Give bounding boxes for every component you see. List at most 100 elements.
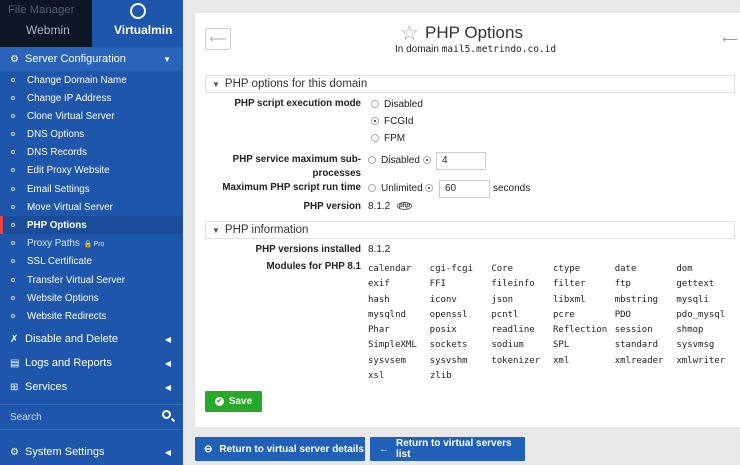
module-item: FFI — [429, 279, 446, 290]
module-item: libxml — [553, 294, 586, 305]
sidebar-item-label: Email Settings — [27, 183, 90, 195]
php-version-value: 8.1.2 — [368, 201, 391, 212]
module-item: exif — [368, 279, 390, 290]
gear-icon: ⚙ — [10, 446, 19, 458]
radio-runtime-value[interactable] — [425, 184, 433, 192]
sidebar-item-proxy-paths[interactable]: Proxy Paths 🔒Pro — [0, 234, 183, 252]
module-item: xmlreader — [614, 355, 664, 366]
sidebar-item-email-settings[interactable]: Email Settings — [0, 180, 183, 198]
star-icon[interactable]: ☆ — [400, 21, 419, 46]
sidebar: File Manager Webmin Virtualmin ⚙ Server … — [0, 0, 183, 465]
radio-max-sub-disabled[interactable] — [368, 156, 376, 164]
tab-virtualmin[interactable]: Virtualmin — [92, 0, 183, 47]
section-label: Services — [25, 381, 68, 393]
bullet-icon — [11, 314, 15, 318]
module-item: xml — [553, 355, 570, 366]
return-to-server-details-button[interactable]: ⊖ Return to virtual server details — [195, 437, 365, 461]
sidebar-item-change-domain-name[interactable]: Change Domain Name — [0, 71, 183, 89]
document-icon: ▤ — [10, 357, 20, 369]
module-item: date — [614, 264, 637, 274]
max-sub-processes-input[interactable]: 4 — [436, 152, 486, 170]
radio-runtime-unlimited[interactable] — [368, 184, 376, 192]
module-item: sysvshm — [429, 355, 468, 366]
arrow-left-icon: ⟵ — [209, 32, 227, 46]
sidebar-item-label: SSL Certificate — [27, 255, 92, 267]
back-button[interactable]: ⟵ — [205, 28, 231, 50]
modules-row: sysvsem sysvshm tokenizer xml xmlreader … — [368, 356, 738, 371]
sidebar-item-change-ip-address[interactable]: Change IP Address — [0, 89, 183, 107]
sidebar-item-label: Clone Virtual Server — [27, 110, 115, 122]
module-item: SPL — [553, 340, 570, 351]
sidebar-section-server-configuration[interactable]: ⚙ Server Configuration ▼ — [0, 47, 183, 71]
sidebar-item-clone-virtual-server[interactable]: Clone Virtual Server — [0, 107, 183, 125]
bullet-icon — [11, 132, 15, 136]
section-php-information-header[interactable]: ▼ PHP information — [205, 221, 735, 239]
radio-exec-fpm[interactable] — [371, 134, 379, 142]
radio-label: Disabled — [381, 155, 420, 166]
sidebar-item-label: Transfer Virtual Server — [27, 274, 126, 286]
sidebar-item-label: Change IP Address — [27, 92, 112, 104]
caret-down-icon: ▼ — [212, 225, 220, 235]
module-item: openssl — [429, 309, 468, 320]
module-item: PDO — [614, 309, 631, 320]
sidebar-item-dns-options[interactable]: DNS Options — [0, 125, 183, 143]
button-label: Return to virtual servers list — [396, 438, 512, 460]
chevron-left-icon: ◀ — [164, 382, 171, 392]
sidebar-item-move-virtual-server[interactable]: Move Virtual Server — [0, 198, 183, 216]
php-installed-label: PHP versions installed — [255, 244, 361, 255]
module-item: ctype — [553, 264, 581, 274]
max-runtime-input[interactable]: 60 — [439, 180, 490, 198]
module-item: mysqli — [676, 294, 709, 305]
module-item: json — [491, 294, 514, 305]
sidebar-item-edit-proxy-website[interactable]: Edit Proxy Website — [0, 161, 183, 179]
sitemap-icon: ⊞ — [10, 381, 19, 393]
sidebar-item-website-options[interactable]: Website Options — [0, 289, 183, 307]
sidebar-item-dns-records[interactable]: DNS Records — [0, 143, 183, 161]
module-item: iconv — [429, 294, 457, 305]
sidebar-section-disable-delete[interactable]: ✗ Disable and Delete ◀ — [0, 327, 183, 351]
radio-exec-disabled[interactable] — [371, 100, 379, 108]
module-item: xsl — [368, 371, 385, 382]
module-item: filter — [553, 279, 586, 290]
max-sub-label-line2: processes — [312, 168, 361, 179]
bullet-icon — [11, 241, 15, 245]
sidebar-section-system-settings[interactable]: ⚙ System Settings ◀ — [0, 440, 183, 464]
exec-mode-label: PHP script execution mode — [234, 98, 361, 109]
sidebar-item-ssl-certificate[interactable]: SSL Certificate — [0, 252, 183, 270]
gears-icon: ⚙ — [10, 53, 19, 65]
radio-label: FCGId — [384, 116, 414, 127]
sidebar-section-logs-reports[interactable]: ▤ Logs and Reports ◀ — [0, 351, 183, 375]
bullet-icon — [11, 187, 15, 191]
module-item: shmop — [676, 325, 704, 336]
sidebar-item-website-redirects[interactable]: Website Redirects — [0, 307, 183, 325]
module-item: pdo_mysql — [676, 309, 726, 320]
section-php-options-header[interactable]: ▼ PHP options for this domain — [205, 75, 735, 93]
save-button[interactable]: ✔ Save — [205, 391, 262, 412]
module-item: dom — [676, 264, 693, 274]
radio-exec-fcgid[interactable] — [371, 117, 379, 125]
sidebar-item-transfer-virtual-server[interactable]: Transfer Virtual Server — [0, 271, 183, 289]
php-installed-value: 8.1.2 — [368, 244, 391, 255]
modules-row: SimpleXML sockets sodium SPL standard sy… — [368, 340, 738, 355]
button-label: Return to virtual server details — [219, 443, 364, 455]
page-title: PHP Options — [425, 23, 523, 42]
sidebar-item-php-options[interactable]: PHP Options — [0, 216, 183, 234]
sidebar-item-label: DNS Records — [27, 146, 87, 158]
tab-webmin[interactable]: File Manager Webmin — [0, 0, 92, 47]
save-label: Save — [228, 396, 253, 407]
subtitle-prefix: In domain — [395, 44, 439, 55]
radio-max-sub-value[interactable] — [423, 156, 431, 164]
sidebar-section-services[interactable]: ⊞ Services ◀ — [0, 375, 183, 399]
chevron-down-icon: ▼ — [163, 54, 171, 64]
arrow-left-icon[interactable]: ⟵ — [722, 33, 738, 46]
search-input[interactable]: Search — [0, 404, 183, 430]
modules-grid: calendar cgi-fcgi Core ctype date dom ex… — [368, 264, 738, 386]
sidebar-item-label: Change Domain Name — [27, 74, 127, 86]
module-item: sockets — [429, 340, 468, 351]
chevron-left-icon: ◀ — [164, 358, 171, 368]
module-item: Reflection — [553, 325, 608, 336]
module-item: tokenizer — [491, 355, 541, 366]
max-runtime-label: Maximum PHP script run time — [222, 182, 361, 193]
return-to-servers-list-button[interactable]: ← Return to virtual servers list — [370, 437, 525, 461]
section-label: Disable and Delete — [25, 333, 118, 345]
